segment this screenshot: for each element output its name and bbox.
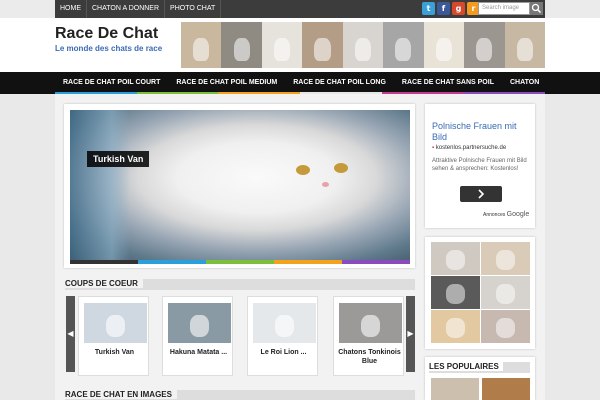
carousel-card-title[interactable]: Le Roi Lion ...	[248, 348, 319, 357]
carousel-card[interactable]: Le Roi Lion ...	[247, 296, 318, 376]
carousel-thumb[interactable]	[253, 303, 316, 343]
search-button[interactable]	[530, 2, 543, 15]
banner-cat-photo	[383, 22, 424, 68]
site-subtitle: Le monde des chats de race	[55, 44, 163, 53]
slide-caption[interactable]: Turkish Van	[87, 151, 150, 167]
ad-url-text[interactable]: kostenlos.partnersuche.de	[436, 145, 506, 151]
search-input[interactable]: Search image	[478, 2, 530, 15]
banner-cat-photo	[181, 22, 222, 68]
collage-cat-photo	[431, 242, 480, 275]
ad-description: Attraktive Polnische Frauen mit Bild seh…	[432, 158, 527, 172]
chevron-left-icon: ◀	[67, 329, 74, 338]
banner-cat-photo	[221, 22, 262, 68]
nav-item-poil-court[interactable]: RACE DE CHAT POIL COURT	[55, 72, 168, 94]
ad-title[interactable]: Polnische Frauen mit Bild	[432, 121, 532, 143]
color-segment	[70, 260, 138, 264]
carousel-next-button[interactable]: ▶	[406, 296, 415, 372]
cat-nose	[322, 182, 329, 187]
topnav-item-photo-chat[interactable]: PHOTO CHAT	[165, 0, 222, 18]
main-nav: RACE DE CHAT POIL COURT RACE DE CHAT POI…	[0, 72, 600, 94]
ad-footer: Annonces Google	[483, 211, 529, 218]
chevron-right-icon	[478, 189, 485, 199]
images-heading: RACE DE CHAT EN IMAGES	[65, 390, 177, 399]
site-title[interactable]: Race De Chat	[55, 25, 158, 43]
carousel-thumb[interactable]	[84, 303, 147, 343]
topnav-item-chaton-a-donner[interactable]: CHATON A DONNER	[87, 0, 166, 18]
collage-cat-photo	[431, 310, 480, 343]
ad-button[interactable]	[460, 186, 502, 202]
site-header: Race De Chat Le monde des chats de race	[0, 18, 600, 72]
collage-cat-photo	[481, 310, 530, 343]
ad-footer-label: Annonces	[483, 212, 506, 218]
twitter-icon[interactable]: t	[422, 2, 435, 15]
carousel-card[interactable]: Turkish Van	[78, 296, 149, 376]
banner-cat-photo	[342, 22, 384, 68]
carousel-card[interactable]: Chatons Tonkinois Blue	[333, 296, 404, 376]
nav-item-chaton[interactable]: CHATON	[502, 72, 547, 94]
banner-cat-photo	[464, 22, 505, 68]
populaires-heading: LES POPULAIRES	[429, 362, 503, 371]
banner-cat-photo	[504, 22, 545, 68]
google-logo: Google	[506, 211, 530, 218]
color-segment	[138, 260, 206, 264]
cat-eye-left	[296, 165, 310, 175]
color-segment	[274, 260, 342, 264]
slide-progress-bar	[70, 260, 410, 264]
carousel-card-title[interactable]: Hakuna Matata ...	[163, 348, 234, 357]
google-plus-icon[interactable]: g	[452, 2, 465, 15]
banner-cat-photo	[261, 22, 303, 68]
popular-thumb[interactable]	[482, 378, 530, 400]
slide-background	[70, 110, 130, 260]
search-icon	[531, 3, 542, 14]
chevron-right-icon: ▶	[407, 329, 414, 338]
cat-collage-image[interactable]	[431, 242, 530, 343]
banner-cat-photo	[423, 22, 465, 68]
nav-item-poil-medium[interactable]: RACE DE CHAT POIL MEDIUM	[168, 72, 285, 94]
collage-cat-photo	[481, 276, 530, 309]
carousel-card-title[interactable]: Turkish Van	[79, 348, 150, 357]
featured-slide-image[interactable]	[70, 110, 410, 260]
topnav-item-home[interactable]: HOME	[55, 0, 87, 18]
carousel-card[interactable]: Hakuna Matata ...	[162, 296, 233, 376]
carousel-thumb[interactable]	[339, 303, 402, 343]
banner-cat-photo	[302, 22, 343, 68]
color-segment	[342, 260, 410, 264]
collage-cat-photo	[481, 242, 530, 275]
color-segment	[206, 260, 274, 264]
ad-url[interactable]: ▪ kostenlos.partnersuche.de	[432, 145, 506, 151]
carousel-thumb[interactable]	[168, 303, 231, 343]
nav-item-sans-poil[interactable]: RACE DE CHAT SANS POIL	[394, 72, 502, 94]
carousel-card-title[interactable]: Chatons Tonkinois Blue	[334, 348, 405, 366]
collage-cat-photo	[431, 276, 480, 309]
facebook-icon[interactable]: f	[437, 2, 450, 15]
popular-thumb[interactable]	[431, 378, 479, 400]
carousel-prev-button[interactable]: ◀	[66, 296, 75, 372]
cat-eye-right	[334, 163, 348, 173]
social-links: t f g r	[422, 2, 480, 15]
nav-item-poil-long[interactable]: RACE DE CHAT POIL LONG	[285, 72, 394, 94]
coups-heading: COUPS DE COEUR	[65, 279, 143, 288]
header-banner	[181, 22, 545, 68]
